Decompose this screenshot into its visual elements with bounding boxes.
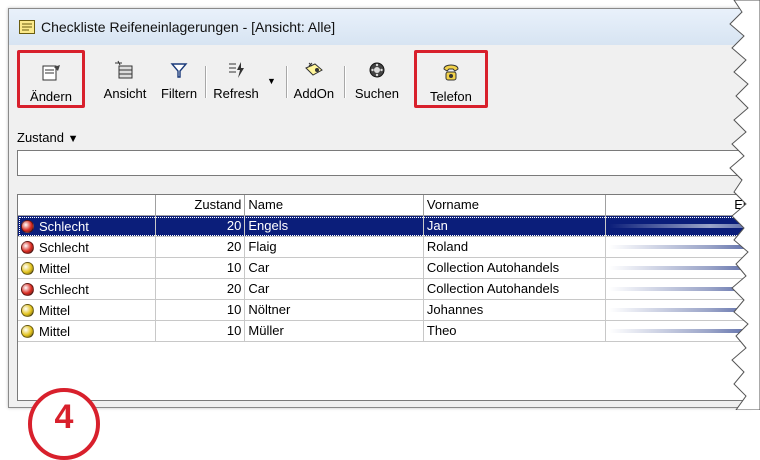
status-cell: Mittel [18, 258, 156, 278]
edit-icon [42, 65, 60, 81]
window-title: Checkliste Reifeneinlagerungen - [Ansich… [41, 19, 336, 35]
aendern-button[interactable]: Ändern [17, 50, 85, 108]
zustand-cell: 20 [156, 216, 246, 236]
status-cell: Mittel [18, 300, 156, 320]
name-cell: Müller [245, 321, 424, 341]
grid-body: Schlecht 20 Engels Jan Schlecht 20 Flaig Roland… [18, 216, 751, 342]
status-dot-icon [21, 282, 34, 296]
status-cell: Schlecht [18, 279, 156, 299]
status-dot-icon [21, 324, 34, 338]
filter-icon [170, 63, 188, 78]
name-cell: Flaig [245, 237, 424, 257]
chevron-down-icon: ▼ [67, 133, 79, 145]
filter-area: Zustand ▼ [17, 129, 751, 176]
status-dot-icon [21, 240, 34, 254]
grid-header: Zustand Name Vorname Ein [18, 195, 751, 216]
zustand-filter-label: Zustand [17, 130, 64, 145]
view-icon [115, 60, 133, 79]
table-row[interactable]: Mittel 10 Nöltner Johannes [18, 300, 751, 321]
column-header-vorname[interactable]: Vorname [424, 195, 607, 215]
telefon-label: Telefon [429, 89, 472, 104]
title-bar: Checkliste Reifeneinlagerungen - [Ansich… [9, 9, 751, 45]
vorname-cell: Johannes [424, 300, 607, 320]
refresh-label: Refresh [213, 86, 259, 101]
status-text: Schlecht [39, 281, 89, 297]
addon-button[interactable]: AddOn [288, 50, 340, 108]
name-cell: Nöltner [245, 300, 424, 320]
status-dot-icon [21, 261, 34, 275]
addon-label: AddOn [293, 86, 335, 101]
zustand-cell: 20 [156, 279, 246, 299]
column-header-zustand[interactable]: Zustand [156, 195, 246, 215]
status-dot-icon [21, 219, 34, 233]
filtern-label: Filtern [160, 86, 198, 101]
step-number-badge: 4 [28, 388, 100, 460]
status-text: Mittel [39, 323, 71, 339]
zustand-cell: 10 [156, 321, 246, 341]
ansicht-label: Ansicht [103, 86, 147, 101]
addon-icon [305, 62, 323, 76]
zustand-cell: 20 [156, 237, 246, 257]
torn-edge [729, 0, 760, 410]
status-cell: Schlecht [18, 237, 156, 257]
ansicht-button[interactable]: Ansicht [99, 50, 151, 108]
suchen-button[interactable]: Suchen [346, 50, 408, 108]
vorname-cell: Collection Autohandels [424, 258, 607, 278]
status-text: Schlecht [39, 218, 89, 234]
status-dot-icon [21, 303, 34, 317]
status-text: Schlecht [39, 239, 89, 255]
search-icon [369, 62, 385, 78]
telefon-button[interactable]: Telefon [413, 50, 488, 108]
refresh-button[interactable]: Refresh [207, 50, 265, 108]
notepad-icon [19, 20, 35, 34]
vorname-cell: Theo [424, 321, 607, 341]
filter-input[interactable] [17, 150, 751, 176]
vorname-cell: Collection Autohandels [424, 279, 607, 299]
suchen-label: Suchen [354, 86, 399, 101]
vorname-cell: Roland [424, 237, 607, 257]
aendern-label: Ändern [30, 89, 72, 104]
table-row[interactable]: Schlecht 20 Car Collection Autohandels [18, 279, 751, 300]
filtern-button[interactable]: Filtern [157, 50, 201, 108]
refresh-dropdown-arrow[interactable]: ▼ [267, 76, 276, 86]
step-number: 4 [54, 398, 74, 436]
table-row[interactable]: Schlecht 20 Flaig Roland [18, 237, 751, 258]
zustand-cell: 10 [156, 300, 246, 320]
table-row[interactable]: Mittel 10 Car Collection Autohandels [18, 258, 751, 279]
column-header-name[interactable]: Name [245, 195, 424, 215]
name-cell: Car [245, 258, 424, 278]
column-header-status[interactable] [18, 195, 156, 215]
phone-icon [443, 64, 459, 81]
zustand-cell: 10 [156, 258, 246, 278]
main-window: Checkliste Reifeneinlagerungen - [Ansich… [8, 8, 752, 408]
vorname-cell: Jan [424, 216, 607, 236]
status-cell: Mittel [18, 321, 156, 341]
status-text: Mittel [39, 260, 71, 276]
zustand-filter-dropdown[interactable]: Zustand ▼ [17, 129, 751, 147]
refresh-icon [229, 62, 244, 78]
table-row[interactable]: Schlecht 20 Engels Jan [18, 216, 751, 237]
name-cell: Car [245, 279, 424, 299]
table-row[interactable]: Mittel 10 Müller Theo [18, 321, 751, 342]
status-cell: Schlecht [18, 216, 156, 236]
toolbar: Ändern Ansicht Filtern Refresh ▼ AddOn S… [17, 50, 751, 122]
name-cell: Engels [245, 216, 424, 236]
status-text: Mittel [39, 302, 71, 318]
data-grid: Zustand Name Vorname Ein Schlecht 20 Engel… [17, 194, 751, 401]
